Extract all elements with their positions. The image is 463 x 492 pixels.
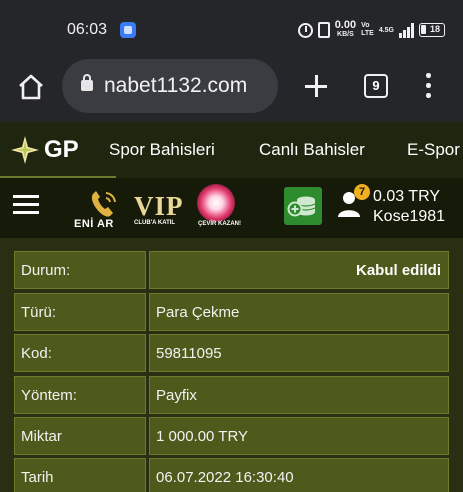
nav-spor-bahisleri[interactable]: Spor Bahisleri: [109, 140, 215, 160]
home-icon[interactable]: [18, 74, 44, 100]
detail-row-method: Yöntem: Payfix: [14, 376, 449, 414]
address-bar[interactable]: nabet1132.com: [62, 59, 278, 113]
app-notification-icon: [120, 22, 136, 38]
status-icons: 0.00 KB/S Vo LTE 4.5G 18: [297, 19, 445, 41]
status-value: Kabul edildi: [355, 262, 441, 279]
account-header: ENİ AR VIP CLUB'A KATIL ÇEVİR KAZAN! 7 0…: [0, 178, 463, 238]
detail-label: Miktar: [21, 428, 62, 445]
detail-row-code: Kod: 59811095: [14, 334, 449, 372]
network-speed: 0.00 KB/S: [334, 19, 357, 39]
lock-icon: [81, 74, 93, 91]
detail-value: 06.07.2022 16:30:40: [156, 469, 294, 486]
site-nav: GP Spor Bahisleri Canlı Bahisler E-Spor: [0, 122, 463, 178]
notification-badge[interactable]: 7: [354, 184, 370, 200]
detail-label: Türü:: [21, 304, 57, 321]
tab-switcher-button[interactable]: 9: [364, 74, 388, 98]
vip-club-subtitle: CLUB'A KATIL: [134, 220, 176, 226]
browser-toolbar: nabet1132.com 9: [0, 52, 463, 122]
nav-e-spor[interactable]: E-Spor: [407, 140, 460, 160]
nav-canli-bahisler[interactable]: Canlı Bahisler: [259, 140, 365, 160]
detail-value: Payfix: [156, 387, 197, 404]
site-logo[interactable]: GP: [10, 135, 79, 165]
detail-label: Durum:: [21, 262, 71, 279]
status-time: 06:03: [67, 21, 108, 38]
detail-label: Tarih: [21, 469, 54, 486]
account-balance: 0.03 TRY: [373, 188, 441, 205]
volte-icon: Vo LTE: [361, 22, 374, 37]
network-type-label: 4.5G: [378, 26, 394, 34]
url-text[interactable]: nabet1132.com: [104, 74, 272, 98]
more-options-icon[interactable]: [421, 72, 435, 100]
hamburger-menu-icon[interactable]: [13, 195, 39, 215]
account-username: Kose1981: [373, 208, 446, 225]
signal-icon: [399, 22, 414, 38]
phone-promo-label: ENİ AR: [74, 218, 114, 230]
phone-promo-icon[interactable]: [88, 189, 118, 221]
vibrate-icon: [317, 22, 330, 38]
detail-label: Yöntem:: [21, 387, 77, 404]
status-bar: 06:03 0.00 KB/S Vo LTE 4.5G 18: [0, 0, 463, 52]
detail-row-date: Tarih 06.07.2022 16:30:40: [14, 458, 449, 492]
prize-wheel-label: ÇEVİR KAZAN!: [198, 221, 241, 227]
detail-row-type: Türü: Para Çekme: [14, 293, 449, 331]
transaction-details: Durum: Kabul edildi Türü: Para Çekme Kod…: [0, 238, 463, 492]
detail-label: Kod:: [21, 345, 52, 362]
detail-row-amount: Miktar 1 000.00 TRY: [14, 417, 449, 455]
battery-icon: 18: [419, 23, 445, 37]
logo-text: GP: [44, 136, 79, 163]
star-logo-icon: [11, 136, 39, 164]
new-tab-icon[interactable]: [304, 74, 328, 98]
alarm-icon: [297, 22, 313, 38]
detail-value: Para Çekme: [156, 304, 240, 321]
vip-club-logo[interactable]: VIP: [134, 191, 184, 222]
prize-wheel-icon[interactable]: [197, 184, 235, 222]
deposit-coins-button[interactable]: [284, 187, 322, 225]
detail-value: 59811095: [156, 345, 222, 362]
detail-row-status: Durum: Kabul edildi: [14, 251, 449, 289]
detail-value: 1 000.00 TRY: [156, 428, 249, 445]
